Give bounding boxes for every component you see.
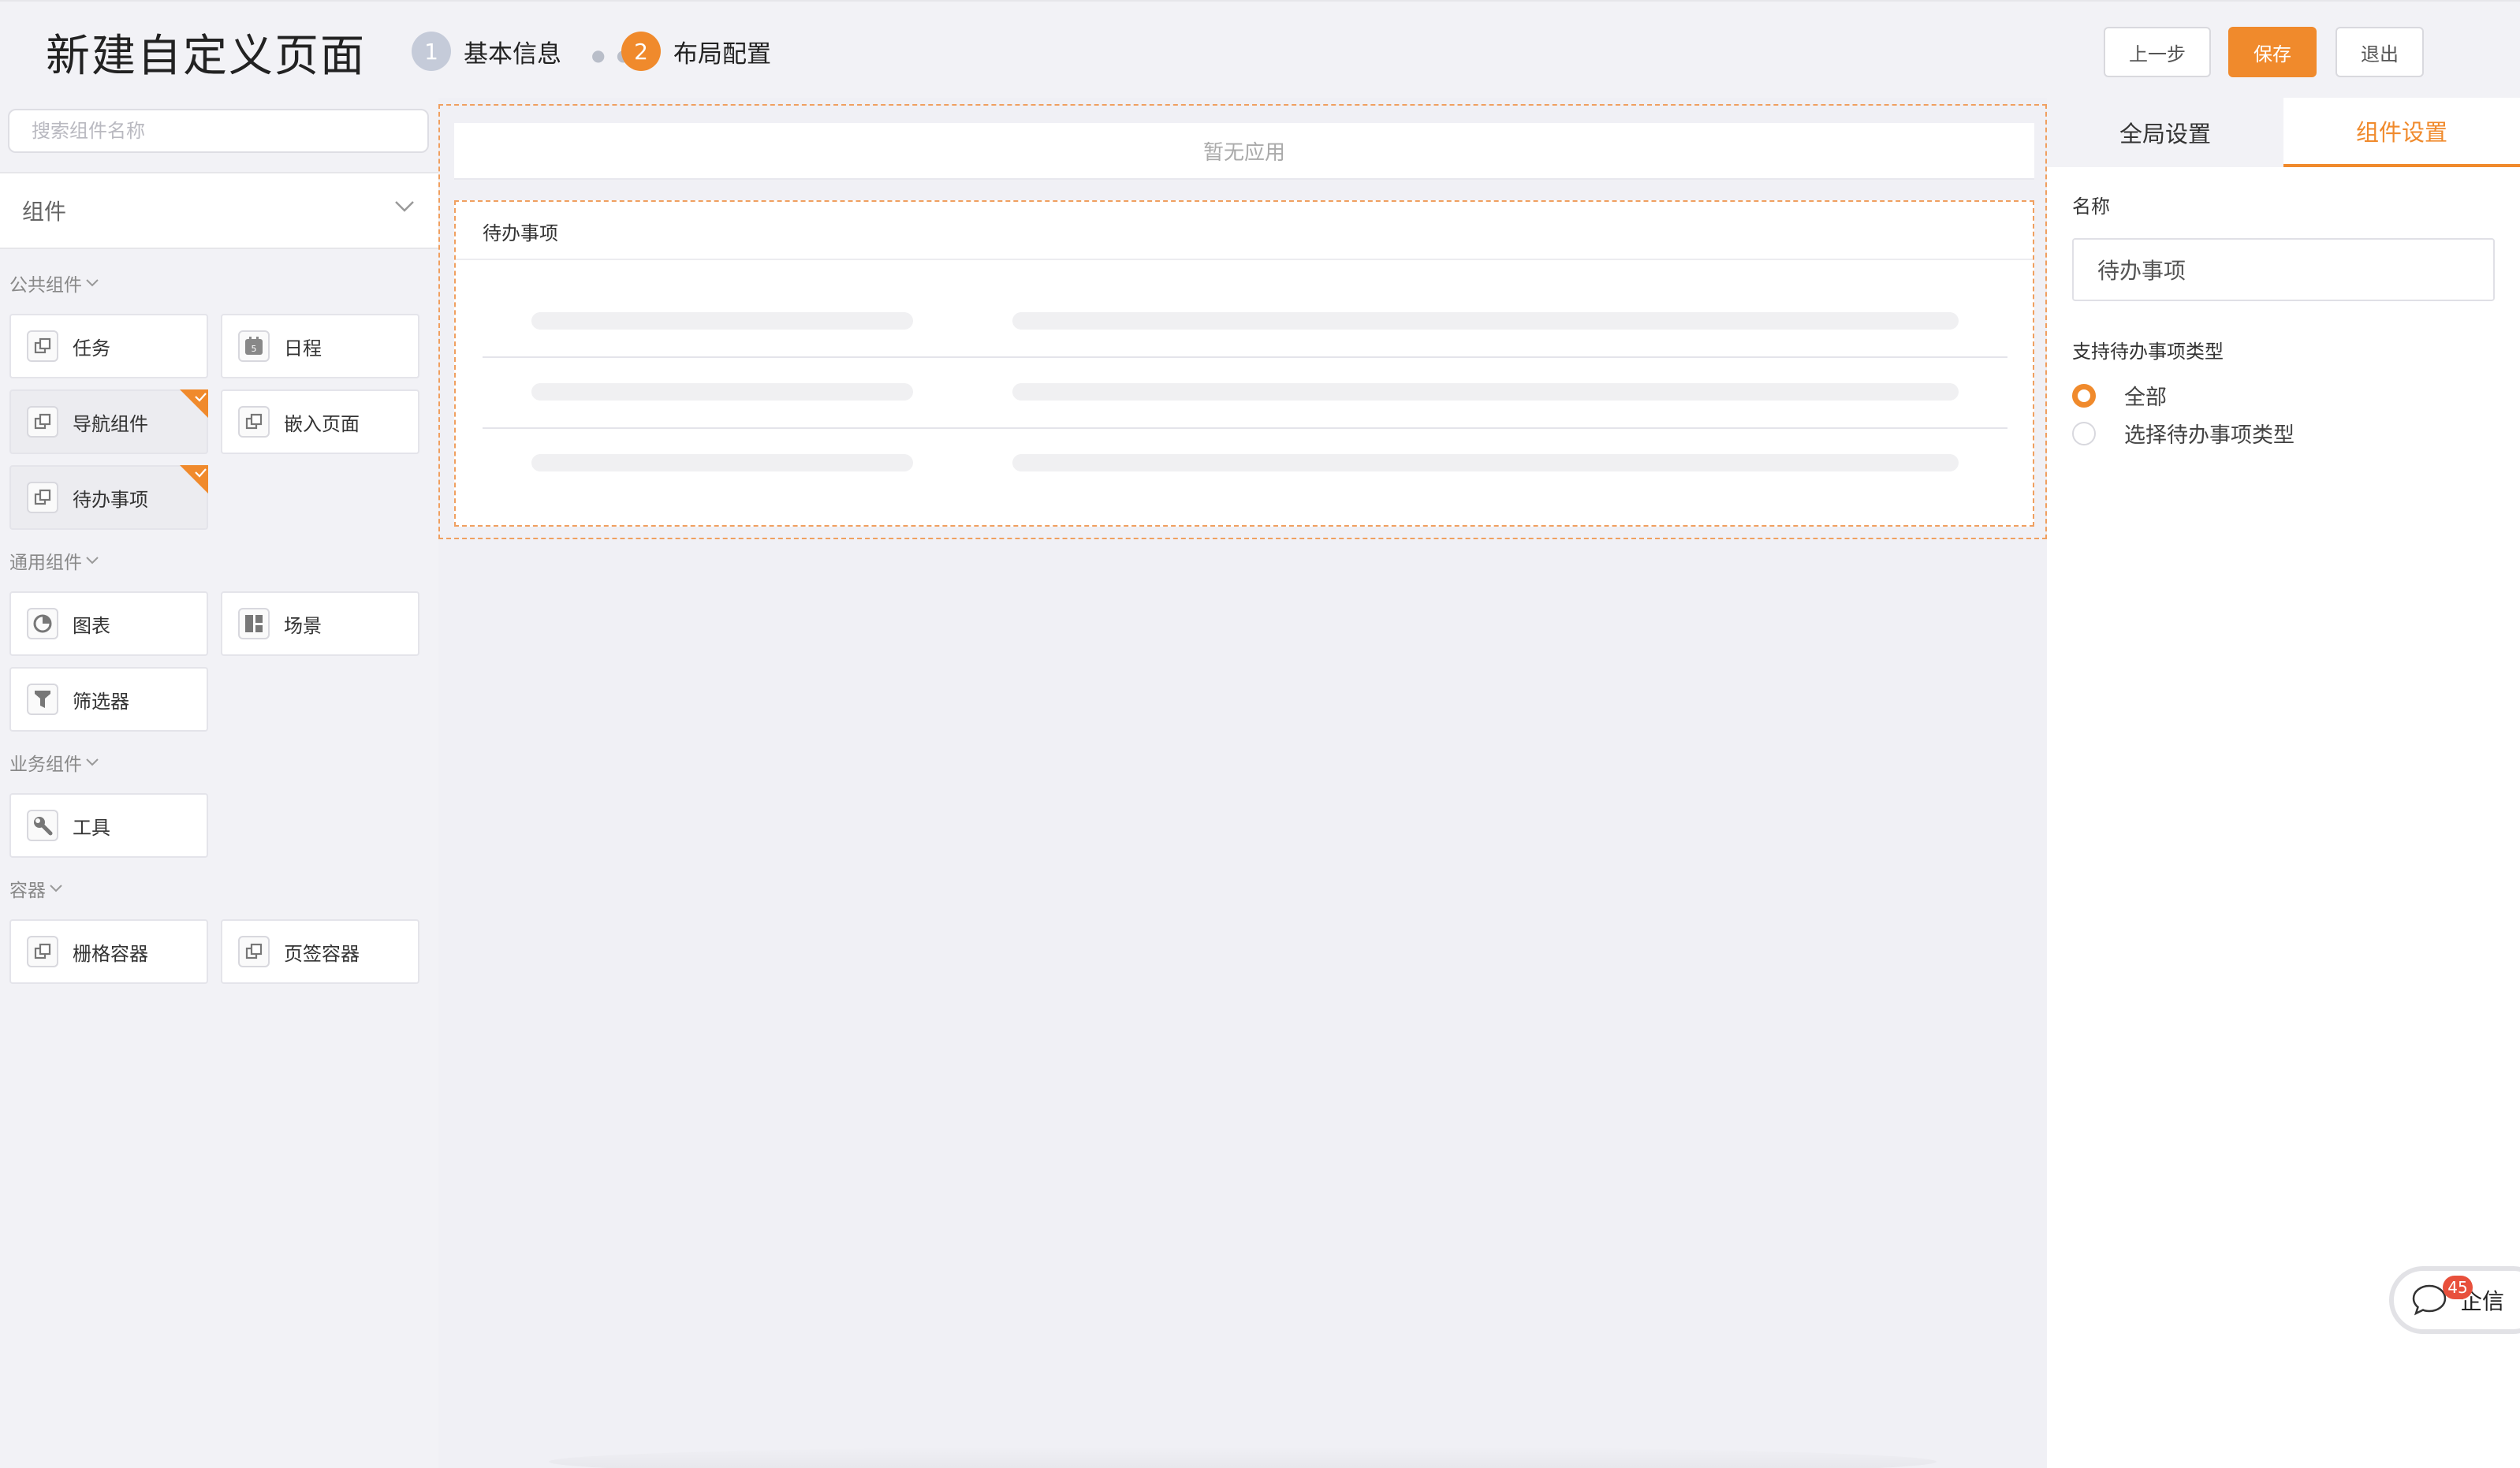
radio-button-checked[interactable] — [2072, 383, 2096, 408]
radio-label: 选择待办事项类型 — [2124, 423, 2294, 448]
divider — [456, 259, 2033, 260]
calendar-icon: 5 — [238, 330, 270, 362]
radio-button[interactable] — [2072, 421, 2096, 445]
unread-badge: 45 — [2443, 1276, 2473, 1299]
group-title-text: 业务组件 — [9, 754, 82, 775]
save-button[interactable]: 保存 — [2228, 27, 2317, 77]
layout-drop-zone[interactable]: 暂无应用 待办事项 — [438, 104, 2047, 539]
component-search-input[interactable] — [8, 109, 429, 153]
component-label: 工具 — [73, 816, 110, 839]
group-title-text: 容器 — [9, 881, 46, 901]
component-card-todo[interactable]: 待办事项 — [9, 465, 208, 530]
group-title-business[interactable]: 业务组件 — [9, 749, 99, 776]
component-label: 图表 — [73, 614, 110, 637]
widget-icon — [27, 936, 58, 967]
widget-icon — [27, 330, 58, 362]
component-select-label: 组件 — [22, 199, 67, 225]
skeleton-bar — [531, 383, 913, 401]
component-card-task[interactable]: 任务 — [9, 314, 208, 378]
component-label: 导航组件 — [73, 412, 148, 435]
radio-label: 全部 — [2124, 386, 2167, 410]
component-label: 嵌入页面 — [284, 412, 360, 435]
group-title-general[interactable]: 通用组件 — [9, 547, 99, 574]
radio-option-all[interactable]: 全部 — [2072, 380, 2167, 411]
no-app-placeholder[interactable]: 暂无应用 — [454, 123, 2034, 180]
component-card-chart[interactable]: 图表 — [9, 591, 208, 656]
step-label: 基本信息 — [464, 39, 561, 69]
widget-icon — [27, 482, 58, 513]
settings-panel: 全局设置 组件设置 名称 支持待办事项类型 全部 选择待办事项类型 — [2047, 98, 2520, 1468]
step-number: 2 — [621, 32, 661, 71]
divider — [483, 427, 2007, 429]
group-title-public[interactable]: 公共组件 — [9, 270, 99, 296]
skeleton-bar — [1012, 312, 1959, 330]
layout-icon — [238, 608, 270, 639]
skeleton-bar — [1012, 383, 1959, 401]
component-card-nav[interactable]: 导航组件 — [9, 389, 208, 454]
tab-global-settings[interactable]: 全局设置 — [2047, 98, 2283, 167]
check-corner-icon — [180, 465, 208, 494]
widget-icon — [27, 406, 58, 438]
group-title-text: 公共组件 — [9, 275, 82, 296]
radio-option-select-type[interactable]: 选择待办事项类型 — [2072, 418, 2294, 449]
component-card-schedule[interactable]: 5 日程 — [221, 314, 419, 378]
component-label: 栅格容器 — [73, 942, 148, 965]
widget-icon — [238, 936, 270, 967]
component-card-filter[interactable]: 筛选器 — [9, 667, 208, 732]
skeleton-bar — [1012, 454, 1959, 471]
component-card-grid-container[interactable]: 栅格容器 — [9, 919, 208, 984]
step-label: 布局配置 — [673, 39, 771, 69]
divider — [483, 356, 2007, 358]
widget-icon — [238, 406, 270, 438]
layout-canvas[interactable]: 暂无应用 待办事项 — [438, 98, 2047, 1468]
step-basic-info[interactable]: 1 基本信息 — [412, 32, 561, 71]
group-title-container[interactable]: 容器 — [9, 875, 63, 902]
tab-component-settings[interactable]: 组件设置 — [2283, 98, 2520, 167]
pie-chart-icon — [27, 608, 58, 639]
step-number: 1 — [412, 32, 451, 71]
chevron-down-icon — [395, 201, 414, 212]
todo-widget-preview[interactable]: 待办事项 — [454, 200, 2034, 527]
skeleton-bar — [531, 454, 913, 471]
exit-button[interactable]: 退出 — [2335, 27, 2424, 77]
todo-widget-title: 待办事项 — [483, 222, 558, 244]
component-label: 待办事项 — [73, 488, 148, 511]
component-label: 场景 — [284, 614, 322, 637]
component-label: 页签容器 — [284, 942, 360, 965]
group-title-text: 通用组件 — [9, 553, 82, 573]
name-field-label: 名称 — [2072, 196, 2110, 218]
canvas-shadow — [549, 1446, 1937, 1468]
check-corner-icon — [180, 389, 208, 418]
svg-text:5: 5 — [252, 344, 257, 354]
chevron-down-icon — [86, 279, 99, 287]
chat-float-button[interactable]: 45 企信 — [2389, 1266, 2520, 1334]
step-layout-config[interactable]: 2 布局配置 — [621, 32, 771, 71]
skeleton-bar — [531, 312, 913, 330]
chevron-down-icon — [86, 758, 99, 766]
component-card-tab-container[interactable]: 页签容器 — [221, 919, 419, 984]
todo-type-label: 支持待办事项类型 — [2072, 341, 2224, 363]
component-card-scene[interactable]: 场景 — [221, 591, 419, 656]
component-sidebar: 组件 公共组件 任务 5 日程 导航组件 嵌入页面 待办事项 通用组件 图表 场… — [0, 98, 438, 1468]
prev-step-button[interactable]: 上一步 — [2104, 27, 2211, 77]
wrench-icon — [27, 810, 58, 841]
component-label: 任务 — [73, 337, 110, 360]
chevron-down-icon — [86, 557, 99, 564]
header: 新建自定义页面 1 基本信息 ● ● 2 布局配置 上一步 保存 退出 — [0, 0, 2520, 98]
component-label: 筛选器 — [73, 690, 129, 713]
filter-icon — [27, 684, 58, 715]
component-label: 日程 — [284, 337, 322, 360]
name-input[interactable] — [2072, 238, 2495, 301]
chevron-down-icon — [50, 885, 62, 892]
component-card-tools[interactable]: 工具 — [9, 793, 208, 858]
component-card-embed[interactable]: 嵌入页面 — [221, 389, 419, 454]
page-title: 新建自定义页面 — [46, 31, 366, 82]
component-type-select[interactable]: 组件 — [0, 172, 438, 249]
